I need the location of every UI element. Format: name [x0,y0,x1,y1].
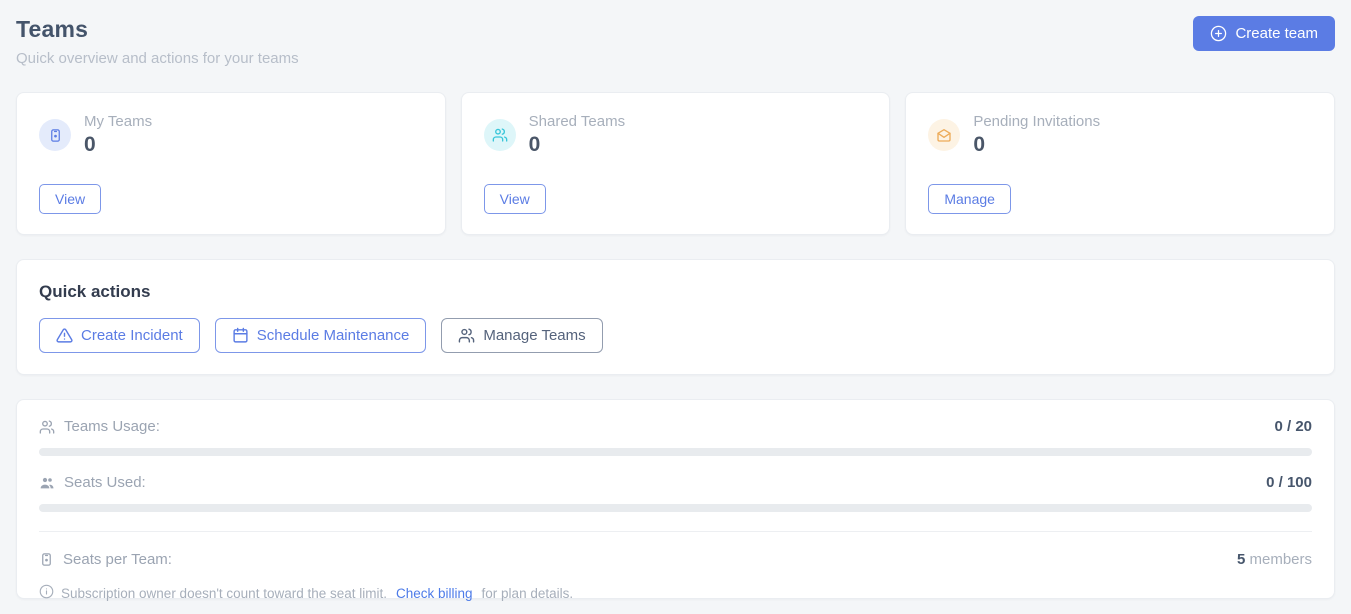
id-badge-icon [39,552,54,567]
page-subtitle: Quick overview and actions for your team… [16,50,299,67]
stat-card-text: My Teams 0 [84,113,152,157]
stat-card-top: Pending Invitations 0 [928,113,1312,157]
page-header: Teams Quick overview and actions for you… [16,16,1335,67]
warning-triangle-icon [56,327,73,344]
manage-button-label: Manage [944,191,995,207]
teams-usage-label: Teams Usage: [64,418,160,435]
seats-used-value: 0 / 100 [1266,474,1312,491]
page-header-text: Teams Quick overview and actions for you… [16,16,299,67]
calendar-icon [232,327,249,344]
view-shared-teams-button[interactable]: View [484,184,546,214]
stat-value: 0 [529,133,625,157]
seat-limit-note: Subscription owner doesn't count toward … [39,584,1312,602]
stat-label: My Teams [84,113,152,130]
stat-card-top: My Teams 0 [39,113,423,157]
users-filled-icon [39,475,55,491]
stat-value: 0 [973,133,1100,157]
quick-actions-buttons: Create Incident Schedule Maintenance Man… [39,318,1312,353]
seats-per-team-row: Seats per Team: 5 members [39,551,1312,568]
info-circle-icon [39,584,54,602]
schedule-maintenance-label: Schedule Maintenance [257,327,410,344]
seats-used-row: Seats Used: 0 / 100 [39,474,1312,491]
manage-teams-button[interactable]: Manage Teams [441,318,602,353]
usage-divider [39,531,1312,532]
view-button-label: View [500,191,530,207]
schedule-maintenance-button[interactable]: Schedule Maintenance [215,318,427,353]
stat-card-top: Shared Teams 0 [484,113,868,157]
seats-per-team-value: 5 [1237,551,1245,568]
note-suffix: for plan details. [482,586,574,601]
users-icon [458,327,475,344]
view-my-teams-button[interactable]: View [39,184,101,214]
teams-usage-label-wrap: Teams Usage: [39,418,160,435]
create-incident-label: Create Incident [81,327,183,344]
quick-actions-panel: Quick actions Create Incident Schedule M… [16,259,1335,375]
note-text: Subscription owner doesn't count toward … [61,586,387,601]
stat-card-text: Pending Invitations 0 [973,113,1100,157]
seats-used-label: Seats Used: [64,474,146,491]
stat-card-text: Shared Teams 0 [529,113,625,157]
users-outline-icon [39,419,55,435]
seats-per-team-label: Seats per Team: [63,551,172,568]
teams-usage-group: Teams Usage: 0 / 20 [39,418,1312,456]
quick-actions-heading: Quick actions [39,282,1312,302]
manage-invitations-button[interactable]: Manage [928,184,1011,214]
page-title: Teams [16,16,299,43]
seats-used-progress-bar [39,504,1312,512]
check-billing-link[interactable]: Check billing [396,586,473,601]
stat-label: Pending Invitations [973,113,1100,130]
stat-card-pending-invitations: Pending Invitations 0 Manage [905,92,1335,235]
view-button-label: View [55,191,85,207]
create-team-button-label: Create team [1235,25,1318,42]
seats-used-label-wrap: Seats Used: [39,474,146,491]
create-incident-button[interactable]: Create Incident [39,318,200,353]
stat-card-shared-teams: Shared Teams 0 View [461,92,891,235]
create-team-button[interactable]: Create team [1193,16,1335,51]
users-icon [484,119,516,151]
manage-teams-label: Manage Teams [483,327,585,344]
teams-usage-progress-bar [39,448,1312,456]
envelope-open-icon [928,119,960,151]
seats-used-group: Seats Used: 0 / 100 [39,474,1312,512]
plus-circle-icon [1210,25,1227,42]
seats-per-team-unit: members [1249,551,1312,568]
seats-per-team-label-wrap: Seats per Team: [39,551,172,568]
seats-per-team-value-wrap: 5 members [1237,551,1312,568]
stat-label: Shared Teams [529,113,625,130]
id-badge-icon [39,119,71,151]
teams-usage-value: 0 / 20 [1274,418,1312,435]
stats-cards-row: My Teams 0 View Shared Teams 0 View [16,92,1335,235]
stat-value: 0 [84,133,152,157]
usage-panel: Teams Usage: 0 / 20 Seats Used: 0 / 100 [16,399,1335,599]
stat-card-my-teams: My Teams 0 View [16,92,446,235]
teams-usage-row: Teams Usage: 0 / 20 [39,418,1312,435]
